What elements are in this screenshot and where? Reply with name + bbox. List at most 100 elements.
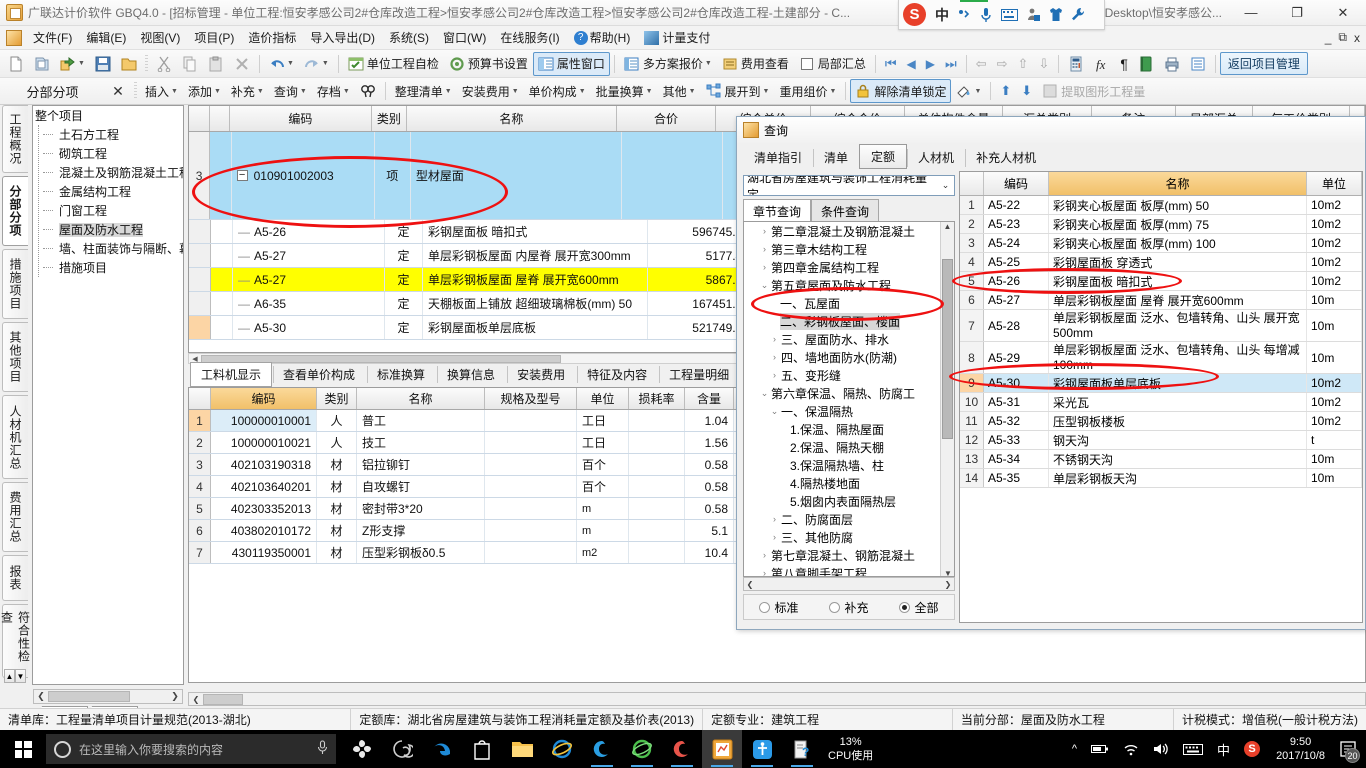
- supplement-dropdown-arrow[interactable]: ▼: [257, 88, 264, 95]
- tree-item-doors-windows[interactable]: 门窗工程: [43, 201, 183, 220]
- menu-item-edit[interactable]: 编辑(E): [79, 27, 133, 48]
- tab-install-fee[interactable]: 安装费用: [506, 362, 576, 387]
- tree-item-wall-column-finish[interactable]: 墙、柱面装饰与隔断、幕墙工程: [43, 239, 183, 258]
- quota-library-select[interactable]: 湖北省房屋建筑与装饰工程消耗量定 ⌄: [743, 175, 955, 196]
- cell-code[interactable]: 403802010172: [211, 520, 317, 541]
- col-name[interactable]: 名称: [407, 106, 617, 131]
- taskbar-qq-browser-icon[interactable]: [582, 730, 622, 768]
- table-row[interactable]: 11 A5-32 压型钢板楼板 10m2: [960, 412, 1362, 431]
- self-check-button[interactable]: 单位工程自检: [343, 52, 444, 76]
- cell-code[interactable]: — A5-30: [233, 316, 385, 339]
- paint-button[interactable]: ▼: [951, 79, 986, 103]
- tree-item-earthwork[interactable]: 土石方工程: [43, 125, 183, 144]
- taskbar-help-doc-icon[interactable]: ?: [782, 730, 822, 768]
- return-to-project-management-button[interactable]: 返回项目管理: [1219, 52, 1308, 75]
- extract-graphics-button[interactable]: 提取图形工程量: [1037, 79, 1150, 103]
- insert-dropdown-arrow[interactable]: ▼: [171, 88, 178, 95]
- add-dropdown-arrow[interactable]: ▼: [214, 88, 221, 95]
- sidebar-item-labor-material-summary[interactable]: 人材机汇总: [2, 395, 28, 479]
- nav-next-button[interactable]: ▶: [921, 52, 940, 76]
- toolbox-icon[interactable]: [1026, 7, 1041, 22]
- cell-code[interactable]: — A5-27: [233, 244, 385, 267]
- chevron-down-icon[interactable]: ⌄: [768, 406, 781, 417]
- col-spec[interactable]: 规格及型号: [485, 388, 577, 409]
- tree-item-insulation-ceiling[interactable]: 2.保温、隔热天棚: [746, 438, 954, 456]
- chevron-right-icon[interactable]: ›: [758, 550, 771, 560]
- chevron-down-icon[interactable]: ⌄: [758, 280, 771, 291]
- chevron-right-icon[interactable]: ›: [758, 568, 771, 576]
- reuse-price-dropdown-arrow[interactable]: ▼: [830, 88, 837, 95]
- radio-supplement[interactable]: 补充: [829, 599, 869, 616]
- expand-to-button[interactable]: 展开到 ▼: [701, 79, 775, 103]
- report-button[interactable]: [1185, 52, 1211, 76]
- menu-item-view[interactable]: 视图(V): [133, 27, 187, 48]
- tree-item-chimney-insulation[interactable]: 5.烟囱内表面隔热层: [746, 492, 954, 510]
- col-code[interactable]: 编码: [984, 172, 1049, 195]
- menu-item-window[interactable]: 窗口(W): [436, 27, 493, 48]
- install-fee-dropdown-arrow[interactable]: ▼: [512, 88, 519, 95]
- book-button[interactable]: [1133, 52, 1159, 76]
- taskbar-green-browser-icon[interactable]: [622, 730, 662, 768]
- undo-button[interactable]: ▼: [264, 52, 299, 76]
- chevron-down-icon[interactable]: ⌄: [758, 388, 771, 399]
- batch-convert-button[interactable]: 批量换算 ▼: [591, 79, 658, 103]
- fee-view-button[interactable]: 费用查看: [717, 52, 794, 76]
- sogou-tray-icon[interactable]: S: [1237, 741, 1267, 757]
- maximize-button[interactable]: ❐: [1274, 0, 1320, 26]
- taskbar-search-box[interactable]: 在这里输入你要搜索的内容: [46, 734, 336, 764]
- cell-code[interactable]: — A5-26: [233, 220, 385, 243]
- nav-first-button[interactable]: ⏮: [880, 52, 902, 76]
- other-dropdown-arrow[interactable]: ▼: [689, 88, 696, 95]
- tab-standard-conversion[interactable]: 标准换算: [366, 362, 436, 387]
- table-row[interactable]: 12 A5-33 钢天沟 t: [960, 431, 1362, 450]
- taskbar-ie-icon[interactable]: [542, 730, 582, 768]
- delete-button[interactable]: [229, 52, 255, 76]
- folder-button[interactable]: [116, 52, 142, 76]
- cell-code[interactable]: — A5-27: [233, 268, 385, 291]
- tab-scroll-down[interactable]: ▼: [15, 669, 26, 683]
- batch-convert-dropdown-arrow[interactable]: ▼: [646, 88, 653, 95]
- cell-code[interactable]: — A6-35: [233, 292, 385, 315]
- tree-item-chapter7[interactable]: › 第七章混凝土、钢筋混凝土: [746, 546, 954, 564]
- paint-dropdown-arrow[interactable]: ▼: [974, 88, 981, 95]
- supplement-button[interactable]: 补充 ▼: [226, 79, 269, 103]
- skin-icon[interactable]: [1049, 7, 1063, 22]
- taskbar-sogou-browser-icon[interactable]: [662, 730, 702, 768]
- formula-button[interactable]: fx: [1089, 52, 1115, 76]
- scroll-thumb[interactable]: [203, 693, 243, 705]
- new-document-button[interactable]: [3, 52, 29, 76]
- chevron-right-icon[interactable]: ›: [768, 334, 781, 344]
- radio-dot[interactable]: [759, 601, 771, 613]
- wifi-icon[interactable]: [1116, 743, 1146, 756]
- radio-dot[interactable]: [829, 601, 841, 613]
- tree-item-masonry[interactable]: 砌筑工程: [43, 144, 183, 163]
- tab-supplement-labor-material[interactable]: 补充人材机: [965, 146, 1047, 169]
- upc-dropdown-arrow[interactable]: ▼: [579, 88, 586, 95]
- add-button[interactable]: 添加 ▼: [183, 79, 226, 103]
- table-row-selected[interactable]: 9 A5-30 彩钢屋面板单层底板 10m2: [960, 374, 1362, 393]
- install-fee-button[interactable]: 安装费用 ▼: [457, 79, 524, 103]
- taskbar-gbq-icon[interactable]: [702, 730, 742, 768]
- chevron-right-icon[interactable]: ›: [768, 532, 781, 542]
- volume-icon[interactable]: [1146, 742, 1176, 756]
- nav-prev-button[interactable]: ◀: [902, 52, 921, 76]
- move-up-item-button[interactable]: ⬆: [995, 79, 1016, 103]
- taskbar-explorer-icon[interactable]: [502, 730, 542, 768]
- ime-punctuation-icon[interactable]: [957, 8, 971, 22]
- taskbar-edge-icon[interactable]: [422, 730, 462, 768]
- calculator-button[interactable]: [1063, 52, 1089, 76]
- action-center-button[interactable]: 20: [1334, 730, 1362, 768]
- undo-dropdown-arrow[interactable]: ▼: [287, 60, 294, 67]
- tab-list-guide[interactable]: 清单指引: [743, 146, 813, 169]
- redo-button[interactable]: ▼: [299, 52, 334, 76]
- reuse-price-button[interactable]: 重用组价 ▼: [774, 79, 841, 103]
- radio-dot-selected[interactable]: [899, 601, 911, 613]
- table-row[interactable]: 13 A5-34 不锈钢天沟 10m: [960, 450, 1362, 469]
- tree-item-chapter5[interactable]: ⌄ 第五章屋面及防水工程: [746, 276, 954, 294]
- property-window-button[interactable]: 属性窗口: [532, 51, 610, 76]
- tree-root[interactable]: 整个项目: [33, 106, 183, 125]
- table-row[interactable]: 8 A5-29 单层彩钢板屋面 泛水、包墙转角、山头 每增减100mm 10m: [960, 342, 1362, 374]
- cell-code[interactable]: 402103190318: [211, 454, 317, 475]
- find-button[interactable]: [355, 79, 381, 103]
- minimize-button[interactable]: —: [1228, 0, 1274, 26]
